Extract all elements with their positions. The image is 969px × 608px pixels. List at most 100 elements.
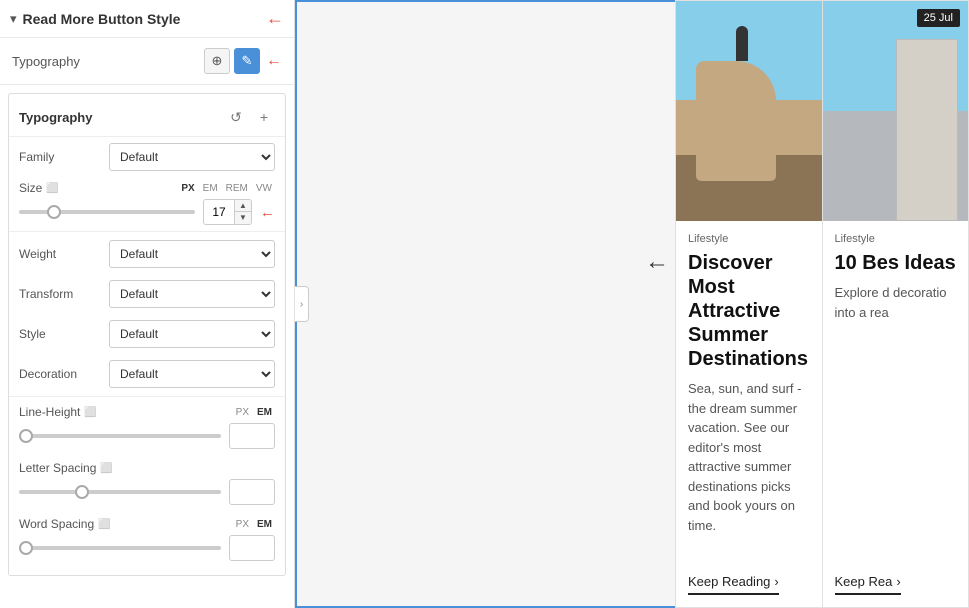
transform-select[interactable]: Default (109, 280, 275, 308)
ws-unit-em-button[interactable]: EM (254, 518, 275, 531)
collapse-handle[interactable]: › (295, 286, 309, 322)
family-select[interactable]: Default (109, 143, 275, 171)
size-input-wrap: ▲ ▼ (203, 199, 252, 225)
decoration-label: Decoration (19, 367, 109, 381)
line-height-units: PX EM (233, 406, 275, 419)
unit-em-button[interactable]: EM (200, 182, 221, 195)
lh-unit-px-button[interactable]: PX (233, 406, 252, 419)
unit-px-button[interactable]: PX (178, 182, 197, 195)
card-2-category: Lifestyle (835, 233, 957, 245)
card-1-body: Lifestyle Discover Most Attractive Summe… (676, 221, 822, 607)
card-2-readmore-text: Keep Rea (835, 574, 893, 589)
unit-vw-button[interactable]: VW (253, 182, 275, 195)
transform-control: Default (109, 280, 275, 308)
card-2-readmore-link[interactable]: Keep Rea › (835, 574, 901, 595)
reset-typography-button[interactable]: ↺ (225, 106, 247, 128)
size-increment-button[interactable]: ▲ (235, 200, 251, 212)
letter-spacing-slider[interactable] (19, 490, 221, 494)
typography-section-label: Typography (12, 54, 204, 69)
size-slider-wrap (19, 203, 195, 221)
decoration-row: Decoration Default (9, 354, 285, 394)
card-2-date-badge: 25 Jul (917, 9, 960, 27)
card-2-title: 10 Bes Ideas (835, 251, 957, 275)
divider-1 (9, 231, 285, 232)
card-1-readmore-link[interactable]: Keep Reading › (688, 574, 779, 595)
letter-spacing-monitor-icon: ⬜ (100, 463, 112, 474)
letter-spacing-input[interactable] (229, 479, 275, 505)
line-height-slider-wrap (19, 427, 221, 445)
line-height-label: Line-Height ⬜ (19, 405, 233, 419)
globe-icon: ⊕ (212, 53, 223, 69)
card-1-image (676, 1, 822, 221)
card-1-excerpt: Sea, sun, and surf - the dream summer va… (688, 379, 810, 564)
card-1-readmore-arrow-icon: › (774, 574, 778, 589)
size-label: Size ⬜ (19, 181, 178, 195)
card-1-readmore-text: Keep Reading (688, 574, 770, 589)
size-row-bottom: ▲ ▼ ← (19, 199, 275, 225)
weight-row: Weight Default (9, 234, 285, 274)
line-height-controls (19, 423, 275, 449)
card-grid: Lifestyle Discover Most Attractive Summe… (675, 0, 969, 608)
edit-icon-btn[interactable]: ✎ (234, 48, 260, 74)
size-row: Size ⬜ PX EM REM VW ▲ ▼ (9, 177, 285, 229)
card-1-category: Lifestyle (688, 233, 810, 245)
card-2-readmore-arrow-icon: › (896, 574, 900, 589)
size-decrement-button[interactable]: ▼ (235, 212, 251, 224)
typography-section-row: Typography ⊕ ✎ ← (0, 38, 294, 85)
line-height-slider[interactable] (19, 434, 221, 438)
size-spinners: ▲ ▼ (234, 200, 251, 224)
decoration-select[interactable]: Default (109, 360, 275, 388)
red-arrow-size: ← (260, 204, 275, 221)
typography-icons-group: ⊕ ✎ ← (204, 48, 282, 74)
card-1: Lifestyle Discover Most Attractive Summe… (675, 0, 822, 608)
family-row: Family Default (9, 137, 285, 177)
line-height-input[interactable] (229, 423, 275, 449)
unit-rem-button[interactable]: REM (223, 182, 251, 195)
collapse-icon: › (300, 299, 303, 310)
line-height-row: Line-Height ⬜ PX EM (9, 399, 285, 455)
letter-spacing-row-top: Letter Spacing ⬜ (19, 461, 275, 475)
size-slider[interactable] (19, 210, 195, 214)
decoration-control: Default (109, 360, 275, 388)
style-select[interactable]: Default (109, 320, 275, 348)
card-1-title: Discover Most Attractive Summer Destinat… (688, 251, 810, 371)
typo-box-title: Typography (19, 110, 225, 125)
add-typography-button[interactable]: + (253, 106, 275, 128)
word-spacing-row-top: Word Spacing ⬜ PX EM (19, 517, 275, 531)
size-units: PX EM REM VW (178, 182, 275, 195)
lh-unit-em-button[interactable]: EM (254, 406, 275, 419)
right-panel: ← Lifestyle Discover Most Attractive Sum… (295, 0, 969, 608)
size-row-top: Size ⬜ PX EM REM VW (19, 181, 275, 195)
letter-spacing-slider-wrap (19, 483, 221, 501)
back-arrow[interactable]: ← (645, 248, 669, 276)
line-height-monitor-icon: ⬜ (84, 407, 96, 418)
word-spacing-monitor-icon: ⬜ (98, 519, 110, 530)
ws-unit-px-button[interactable]: PX (233, 518, 252, 531)
red-arrow-typography: ← (266, 52, 282, 70)
globe-icon-btn[interactable]: ⊕ (204, 48, 230, 74)
style-control: Default (109, 320, 275, 348)
weight-label: Weight (19, 247, 109, 261)
card-2-excerpt: Explore d decoratio into a rea (835, 283, 957, 564)
word-spacing-input[interactable] (229, 535, 275, 561)
collapse-chevron-icon[interactable]: ▾ (10, 11, 17, 27)
word-spacing-controls (19, 535, 275, 561)
left-panel: ▾ Read More Button Style ← Typography ⊕ … (0, 0, 295, 608)
red-arrow-indicator: ← (266, 8, 284, 29)
typography-box: Typography ↺ + Family Default Size ⬜ (8, 93, 286, 576)
weight-control: Default (109, 240, 275, 268)
family-control: Default (109, 143, 275, 171)
pencil-icon: ✎ (242, 53, 253, 69)
transform-row: Transform Default (9, 274, 285, 314)
word-spacing-slider[interactable] (19, 546, 221, 550)
panel-header: ▾ Read More Button Style ← (0, 0, 294, 38)
size-number-input[interactable] (204, 203, 234, 221)
word-spacing-row: Word Spacing ⬜ PX EM (9, 511, 285, 567)
card-2-image: 25 Jul (823, 1, 969, 221)
letter-spacing-controls (19, 479, 275, 505)
family-label: Family (19, 150, 109, 164)
typo-box-header: Typography ↺ + (9, 102, 285, 137)
panel-title: Read More Button Style (23, 11, 260, 27)
card-2-body: Lifestyle 10 Bes Ideas Explore d decorat… (823, 221, 969, 607)
weight-select[interactable]: Default (109, 240, 275, 268)
